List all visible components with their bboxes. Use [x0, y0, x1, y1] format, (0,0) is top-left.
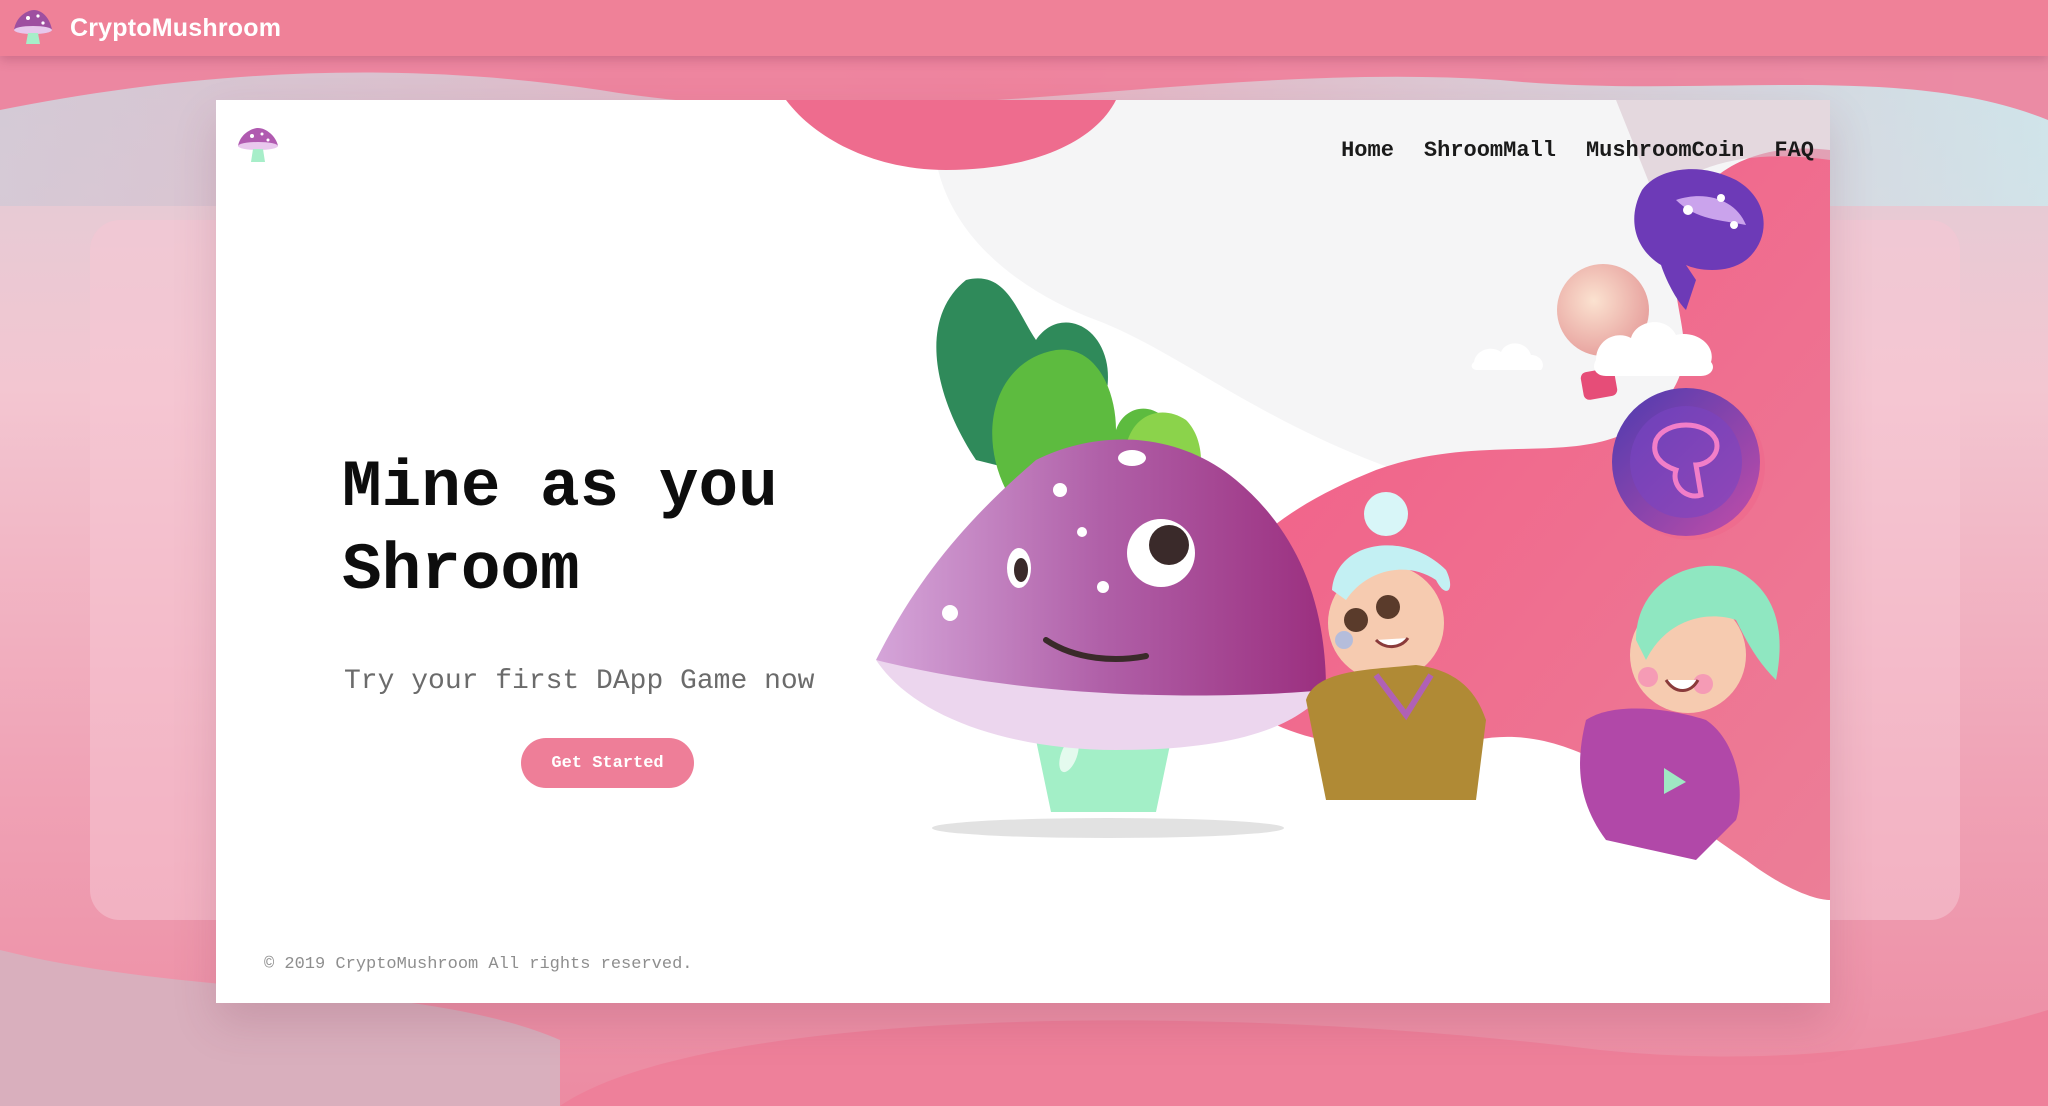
card-logo-icon[interactable]	[236, 126, 280, 166]
nav-home[interactable]: Home	[1341, 138, 1394, 163]
footer-copyright: © 2019 CryptoMushroom All rights reserve…	[264, 955, 693, 974]
brand-name[interactable]: CryptoMushroom	[70, 14, 281, 43]
hero-title: Mine as you Shroom	[342, 446, 902, 612]
hero-title-line1: Mine as you	[342, 450, 778, 525]
hero-title-line2: Shroom	[342, 533, 580, 608]
get-started-button[interactable]: Get Started	[521, 738, 694, 788]
main-nav: Home ShroomMall MushroomCoin FAQ	[1341, 138, 1814, 163]
nav-shroommall[interactable]: ShroomMall	[1424, 138, 1556, 163]
hero-subtitle: Try your first DApp Game now	[344, 666, 815, 697]
app-header: CryptoMushroom	[0, 0, 2048, 56]
nav-faq[interactable]: FAQ	[1774, 138, 1814, 163]
hero-card: Home ShroomMall MushroomCoin FAQ Mine as…	[216, 100, 1830, 1003]
nav-mushroomcoin[interactable]: MushroomCoin	[1586, 138, 1744, 163]
mushroom-logo-icon[interactable]	[10, 6, 54, 50]
